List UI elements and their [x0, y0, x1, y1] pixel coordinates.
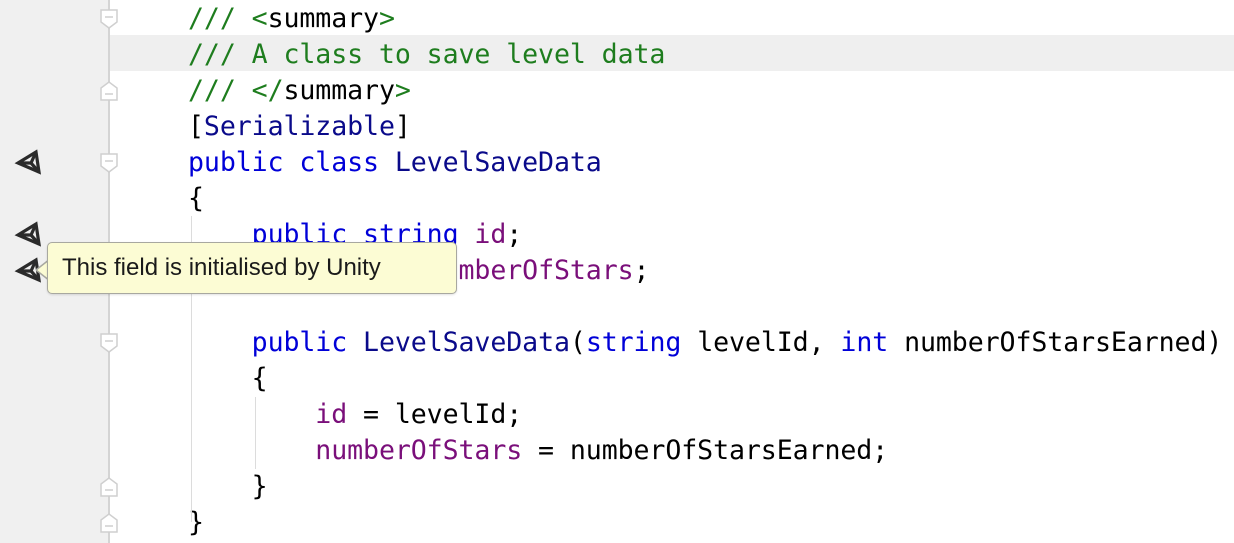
unity-field-tooltip: This field is initialised by Unity [47, 242, 457, 294]
code-token: </ [251, 75, 284, 106]
code-token: ; [506, 219, 523, 250]
code-token: public [251, 327, 364, 358]
code-token: { [188, 183, 204, 214]
fold-collapse-icon[interactable] [100, 153, 118, 173]
unity-icon[interactable] [14, 221, 44, 249]
code-token: /// A class to save level data [188, 39, 666, 70]
code-token: public class [188, 147, 395, 178]
code-token: string [585, 327, 698, 358]
code-line-4[interactable]: [Serializable] [188, 109, 411, 145]
code-line-2[interactable]: /// A class to save level data [188, 37, 665, 73]
code-token: > [378, 3, 395, 34]
code-token: /// [188, 75, 252, 106]
fold-end-icon[interactable] [100, 513, 118, 533]
code-line-6[interactable]: { [188, 181, 204, 217]
code-token: levelId, [697, 327, 841, 358]
code-token: } [188, 471, 268, 502]
code-line-5[interactable]: public class LevelSaveData [188, 145, 602, 181]
code-token: { [188, 363, 268, 394]
code-token: numberOfStarsEarned) [904, 327, 1223, 358]
code-token: id [315, 399, 348, 430]
unity-icon[interactable] [14, 149, 44, 177]
code-token: id [474, 219, 507, 250]
fold-end-icon[interactable] [100, 477, 118, 497]
code-token: LevelSaveData [394, 147, 602, 178]
code-token: numberOfStars [426, 255, 634, 286]
code-line-12[interactable]: id = levelId; [188, 397, 522, 433]
code-token: [ [188, 111, 204, 142]
code-token: /// [188, 3, 252, 34]
code-line-14[interactable]: } [188, 469, 268, 505]
code-token: < [251, 3, 268, 34]
code-token: > [394, 75, 411, 106]
code-token: int [840, 327, 905, 358]
fold-collapse-icon[interactable] [100, 9, 118, 29]
code-token: = levelId; [347, 399, 523, 430]
fold-end-icon[interactable] [100, 81, 118, 101]
code-line-3[interactable]: /// </summary> [188, 73, 411, 109]
code-token: ( [569, 327, 586, 358]
fold-collapse-icon[interactable] [100, 333, 118, 353]
code-line-13[interactable]: numberOfStars = numberOfStarsEarned; [188, 433, 888, 469]
code-token: summary [267, 3, 379, 34]
tooltip-text: This field is initialised by Unity [62, 254, 381, 281]
code-token: summary [283, 75, 395, 106]
code-line-11[interactable]: { [188, 361, 268, 397]
indent-guide-method-body [255, 397, 256, 469]
code-token: = numberOfStarsEarned; [522, 435, 889, 466]
code-line-1[interactable]: /// <summary> [188, 1, 395, 37]
code-line-10[interactable]: public LevelSaveData(string levelId, int… [188, 325, 1223, 361]
code-token: LevelSaveData [363, 327, 570, 358]
code-token: Serializable [203, 111, 395, 142]
code-token: numberOfStars [315, 435, 523, 466]
code-token: ] [394, 111, 411, 142]
code-token: ; [633, 255, 650, 286]
